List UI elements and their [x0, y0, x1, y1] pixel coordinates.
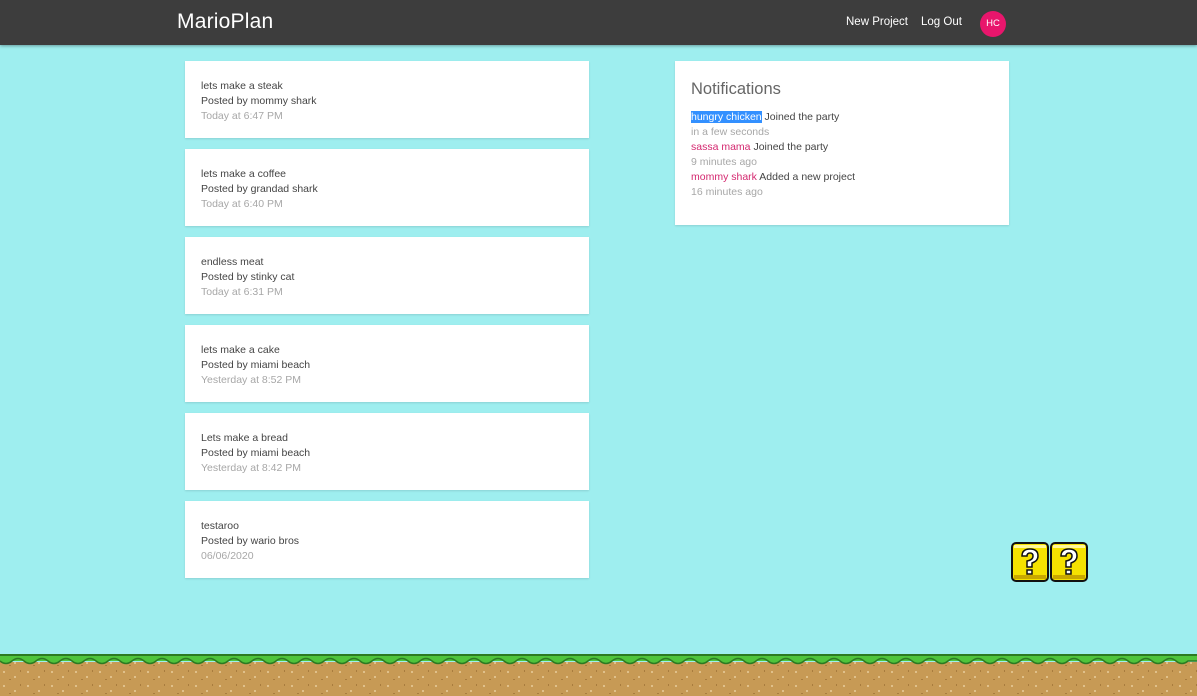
project-time: Today at 6:31 PM	[201, 286, 283, 298]
notification-user[interactable]: hungry chicken	[691, 111, 762, 123]
notification-time: 16 minutes ago	[691, 186, 763, 198]
project-card[interactable]: lets make a coffee Posted by grandad sha…	[185, 149, 589, 226]
notification-action: Joined the party	[764, 111, 840, 123]
brand-logo-link[interactable]: MarioPlan	[177, 10, 273, 34]
project-title: endless meat	[201, 256, 264, 268]
project-card[interactable]: endless meat Posted by stinky cat Today …	[185, 237, 589, 314]
navbar: MarioPlan New Project Log Out HC	[0, 0, 1197, 45]
project-time: Today at 6:47 PM	[201, 110, 283, 122]
notification-time: in a few seconds	[691, 126, 770, 138]
project-title: Lets make a bread	[201, 432, 288, 444]
project-time: 06/06/2020	[201, 550, 254, 562]
notifications-list: hungry chicken Joined the party in a few…	[691, 110, 855, 200]
project-author: Posted by miami beach	[201, 359, 311, 371]
project-author: Posted by stinky cat	[201, 271, 295, 283]
notification-time: 9 minutes ago	[691, 156, 757, 168]
project-time: Today at 6:40 PM	[201, 198, 283, 210]
notification-item: sassa mama Joined the party	[691, 140, 855, 155]
project-time: Yesterday at 8:52 PM	[201, 374, 302, 386]
project-time: Yesterday at 8:42 PM	[201, 462, 302, 474]
project-author: Posted by miami beach	[201, 447, 311, 459]
notification-user[interactable]: sassa mama	[691, 141, 751, 153]
project-author: Posted by mommy shark	[201, 95, 317, 107]
project-card[interactable]: lets make a steak Posted by mommy shark …	[185, 61, 589, 138]
notification-action: Joined the party	[753, 141, 829, 153]
project-title: lets make a coffee	[201, 168, 287, 180]
project-card[interactable]: lets make a cake Posted by miami beach Y…	[185, 325, 589, 402]
project-title: lets make a cake	[201, 344, 280, 356]
notifications-title: Notifications	[691, 80, 781, 98]
notification-item: mommy shark Added a new project	[691, 170, 855, 185]
avatar[interactable]: HC	[980, 11, 1006, 37]
project-title: lets make a steak	[201, 80, 283, 92]
question-block-icon	[1050, 542, 1088, 582]
project-author: Posted by grandad shark	[201, 183, 318, 195]
log-out-link[interactable]: Log Out	[921, 16, 962, 28]
question-block-icon	[1011, 542, 1049, 582]
project-card[interactable]: Lets make a bread Posted by miami beach …	[185, 413, 589, 490]
notifications-panel: Notifications hungry chicken Joined the …	[675, 61, 1009, 225]
notification-item: hungry chicken Joined the party	[691, 110, 855, 125]
project-card[interactable]: testaroo Posted by wario bros 06/06/2020	[185, 501, 589, 578]
project-author: Posted by wario bros	[201, 535, 300, 547]
grass-ground	[0, 654, 1197, 696]
question-block-icons	[1011, 542, 1088, 582]
notification-user[interactable]: mommy shark	[691, 171, 757, 183]
notification-action: Added a new project	[759, 171, 856, 183]
new-project-link[interactable]: New Project	[846, 16, 908, 28]
project-title: testaroo	[201, 520, 239, 532]
